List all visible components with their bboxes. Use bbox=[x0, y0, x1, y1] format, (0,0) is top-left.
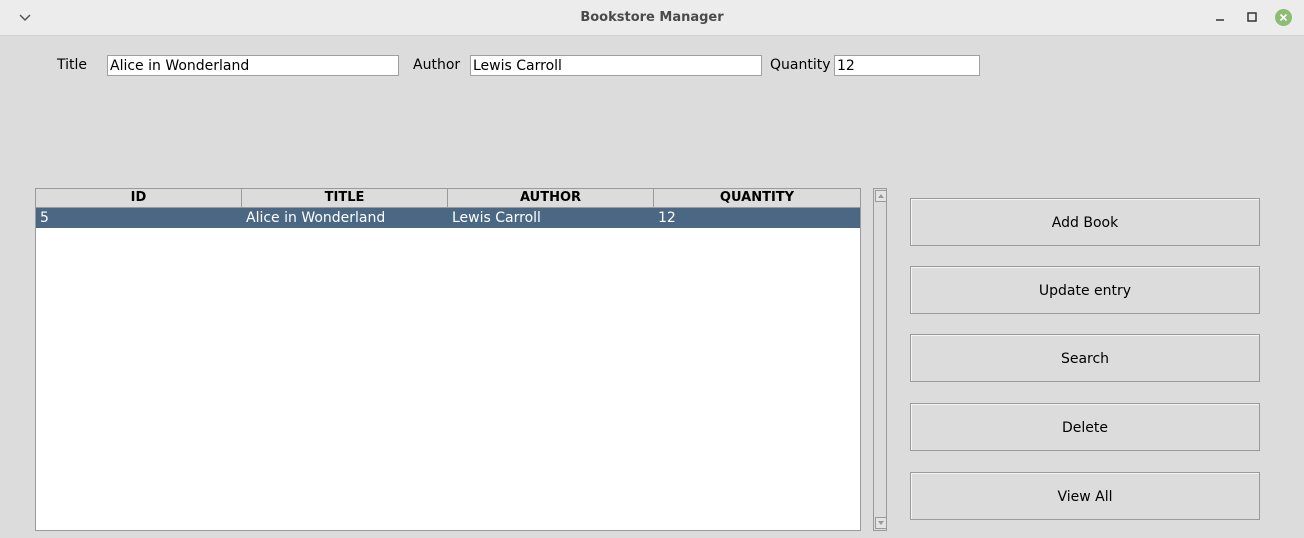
books-table[interactable]: ID TITLE AUTHOR QUANTITY 5 Alice in Wond… bbox=[35, 188, 861, 531]
close-icon[interactable] bbox=[1275, 9, 1292, 26]
delete-button[interactable]: Delete bbox=[910, 403, 1260, 451]
add-book-button[interactable]: Add Book bbox=[910, 198, 1260, 246]
cell-id: 5 bbox=[40, 210, 49, 226]
title-input[interactable] bbox=[107, 55, 399, 76]
maximize-icon[interactable] bbox=[1244, 9, 1260, 25]
view-all-button[interactable]: View All bbox=[910, 472, 1260, 520]
minimize-icon[interactable] bbox=[1212, 9, 1228, 25]
table-header: ID TITLE AUTHOR QUANTITY bbox=[36, 189, 860, 208]
title-label: Title bbox=[57, 57, 88, 73]
search-button[interactable]: Search bbox=[910, 334, 1260, 382]
cell-title: Alice in Wonderland bbox=[246, 210, 386, 226]
author-input[interactable] bbox=[470, 55, 762, 76]
column-header-id[interactable]: ID bbox=[36, 189, 242, 208]
quantity-input[interactable] bbox=[834, 55, 980, 76]
author-label: Author bbox=[413, 57, 461, 73]
quantity-label: Quantity bbox=[770, 57, 831, 73]
vertical-scrollbar[interactable] bbox=[873, 188, 887, 531]
window-title: Bookstore Manager bbox=[580, 10, 724, 25]
table-row[interactable]: 5 Alice in Wonderland Lewis Carroll 12 bbox=[36, 208, 860, 228]
cell-quantity: 12 bbox=[658, 210, 676, 226]
update-entry-button[interactable]: Update entry bbox=[910, 266, 1260, 314]
scroll-down-icon[interactable] bbox=[875, 517, 887, 529]
column-header-title[interactable]: TITLE bbox=[242, 189, 448, 208]
scroll-up-icon[interactable] bbox=[875, 190, 887, 202]
column-header-quantity[interactable]: QUANTITY bbox=[654, 189, 860, 208]
column-header-author[interactable]: AUTHOR bbox=[448, 189, 654, 208]
title-bar: Bookstore Manager bbox=[0, 0, 1304, 36]
cell-author: Lewis Carroll bbox=[452, 210, 541, 226]
